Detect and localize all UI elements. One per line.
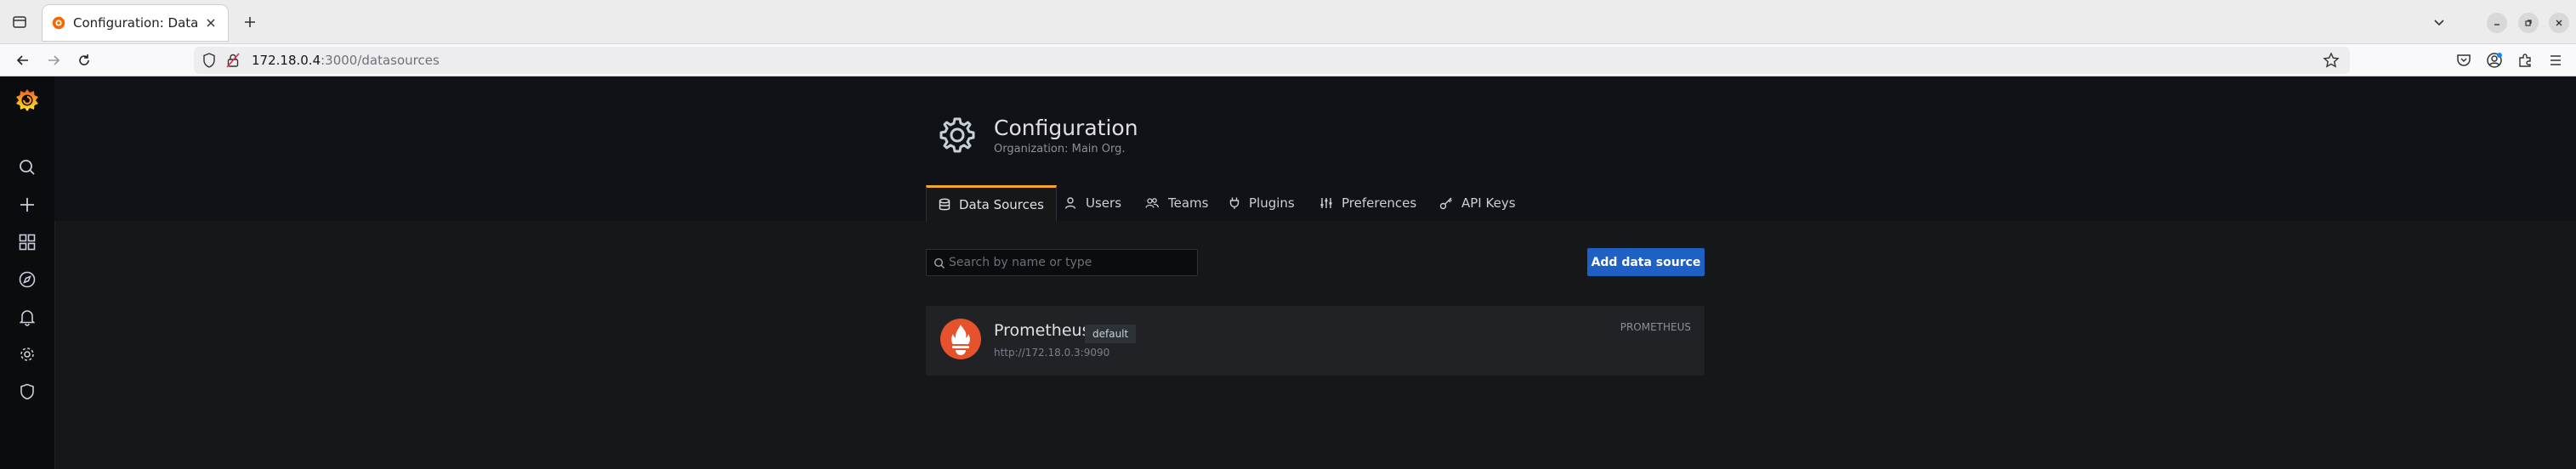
tab-data-sources[interactable]: Data Sources xyxy=(926,185,1057,222)
grafana-favicon-icon xyxy=(52,16,65,30)
plug-icon xyxy=(1228,196,1240,210)
browser-navbar: 172.18.0.4:3000/datasources xyxy=(0,44,2576,76)
address-bar[interactable]: 172.18.0.4:3000/datasources xyxy=(194,47,2350,74)
extensions-icon[interactable] xyxy=(2516,51,2534,70)
gear-icon[interactable] xyxy=(15,342,39,366)
shield-icon[interactable] xyxy=(202,53,216,71)
datasource-search-field[interactable] xyxy=(926,249,1198,276)
tab-label: Plugins xyxy=(1249,195,1295,211)
chevron-down-icon[interactable] xyxy=(2428,12,2450,32)
browser-tab[interactable]: Configuration: Data Sou xyxy=(43,5,228,41)
page-title: Configuration xyxy=(994,116,1138,140)
tab-users[interactable]: Users xyxy=(1052,185,1133,221)
datasource-card[interactable]: Prometheus default http://172.18.0.3:909… xyxy=(926,306,1705,376)
url-text[interactable]: 172.18.0.4:3000/datasources xyxy=(252,53,440,68)
tab-preferences[interactable]: Preferences xyxy=(1308,185,1428,221)
tab-label: Users xyxy=(1086,195,1122,211)
url-host: 172.18.0.4 xyxy=(252,53,321,68)
close-tab-icon[interactable] xyxy=(202,14,219,31)
page-header: Configuration Organization: Main Org. Da… xyxy=(54,76,2576,222)
reload-icon[interactable] xyxy=(73,49,95,71)
tab-teams[interactable]: Teams xyxy=(1132,185,1220,221)
plus-icon[interactable] xyxy=(15,193,39,217)
search-input[interactable] xyxy=(949,250,1194,275)
side-menu xyxy=(0,76,54,469)
grafana-logo-icon[interactable] xyxy=(14,87,41,114)
dashboards-icon[interactable] xyxy=(15,230,39,254)
bookmark-star-icon[interactable] xyxy=(2323,52,2340,72)
forward-icon[interactable] xyxy=(43,49,65,71)
insecure-lock-icon[interactable] xyxy=(226,53,240,71)
minimize-icon[interactable] xyxy=(2487,13,2507,33)
tab-label: API Keys xyxy=(1461,195,1516,211)
new-tab-icon[interactable] xyxy=(240,12,260,32)
tab-plugins[interactable]: Plugins xyxy=(1217,185,1307,221)
bell-icon[interactable] xyxy=(15,305,39,329)
search-icon xyxy=(933,257,945,273)
page-subtitle: Organization: Main Org. xyxy=(994,143,1126,155)
users-icon xyxy=(1144,196,1160,210)
datasource-url: http://172.18.0.3:9090 xyxy=(994,347,1110,359)
url-path: :3000/datasources xyxy=(321,53,440,68)
tab-label: Data Sources xyxy=(959,197,1044,212)
key-icon xyxy=(1439,196,1453,210)
search-icon[interactable] xyxy=(15,155,39,179)
tab-label: Teams xyxy=(1168,195,1209,211)
tab-list-icon[interactable] xyxy=(9,11,31,33)
default-badge: default xyxy=(1085,325,1137,343)
account-icon[interactable] xyxy=(2485,51,2504,70)
user-icon xyxy=(1064,196,1077,210)
tab-api-keys[interactable]: API Keys xyxy=(1427,185,1528,221)
gear-icon xyxy=(939,117,975,153)
browser-tabbar: Configuration: Data Sou xyxy=(0,0,2576,44)
pocket-icon[interactable] xyxy=(2454,51,2473,70)
restore-icon[interactable] xyxy=(2518,13,2539,33)
tab-title: Configuration: Data Sou xyxy=(73,15,202,31)
add-data-source-button[interactable]: Add data source xyxy=(1587,248,1705,276)
datasource-name: Prometheus xyxy=(994,321,1091,340)
database-icon xyxy=(939,198,950,212)
shield-icon[interactable] xyxy=(15,380,39,404)
sliders-icon xyxy=(1319,196,1333,210)
back-icon[interactable] xyxy=(12,49,34,71)
compass-icon[interactable] xyxy=(15,268,39,291)
tab-label: Preferences xyxy=(1342,195,1417,211)
datasource-type: PROMETHEUS xyxy=(1620,321,1691,333)
grafana-app: Configuration Organization: Main Org. Da… xyxy=(0,76,2576,469)
prometheus-logo-icon xyxy=(940,319,981,359)
close-window-icon[interactable] xyxy=(2549,13,2569,33)
menu-icon[interactable] xyxy=(2546,51,2565,70)
